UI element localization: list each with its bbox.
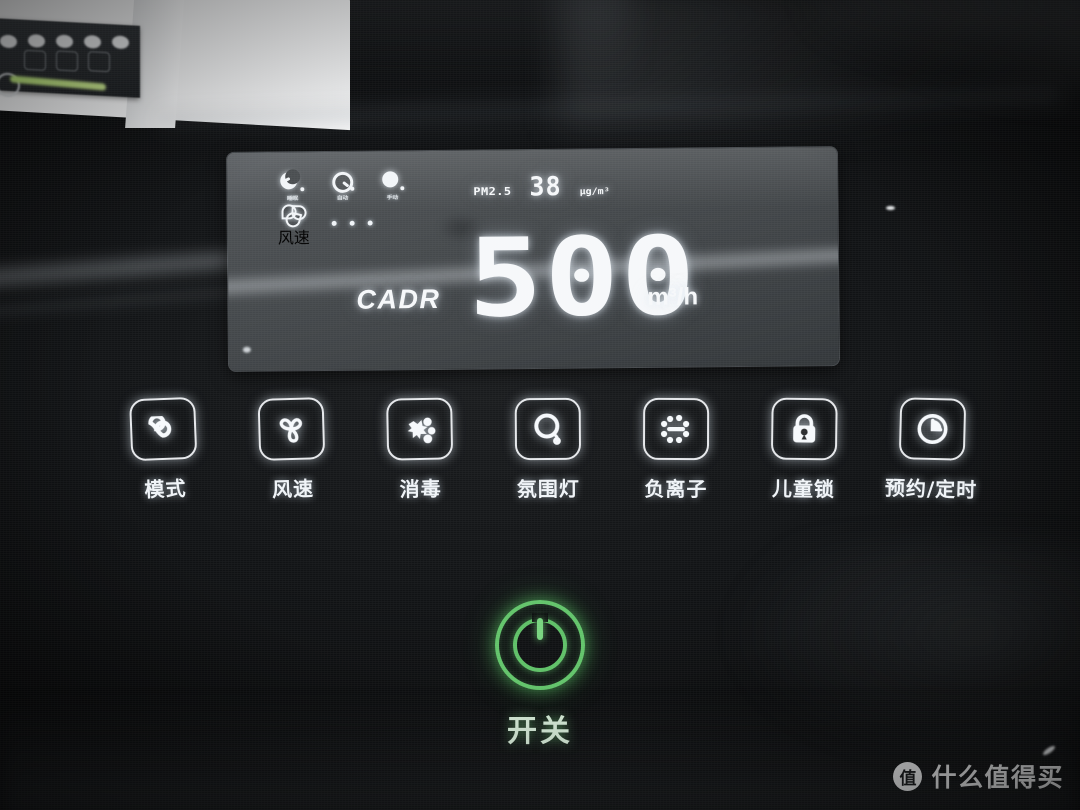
timer-button-box[interactable] — [898, 397, 967, 461]
mode-button-box[interactable] — [129, 396, 198, 462]
lcd-fan-indicator: 风速 — [277, 204, 310, 248]
pm25-value: 38 — [529, 170, 562, 202]
cadr-label: CADR — [356, 283, 441, 315]
top-reflection-right-2 — [820, 0, 1080, 90]
disinfect-button-box[interactable] — [386, 397, 454, 461]
lcd-display: 睡眠 自动 手动 风速 PM2.5 38 µg/m³ CADR 500 m³/h — [226, 147, 840, 371]
ambient-light-button[interactable]: 氛围灯 — [502, 397, 595, 503]
sleep-mode-icon — [279, 172, 305, 192]
power-button-label: 开关 — [507, 714, 573, 749]
auto-mode-label: 自动 — [336, 195, 349, 202]
lcd-fan-speed-dots — [331, 220, 373, 231]
pm25-unit: µg/m³ — [579, 186, 610, 197]
negative-ion-icon — [660, 414, 690, 444]
air-purifier-control-panel: 睡眠 自动 手动 风速 PM2.5 38 µg/m³ CADR 500 m³/h… — [0, 0, 1080, 810]
negative-ion-button-box[interactable] — [642, 397, 710, 461]
reflected-control-panel — [0, 18, 140, 98]
watermark-text: 什么值得买 — [931, 763, 1064, 792]
cadr-value: 500 — [467, 214, 699, 342]
lcd-sleep-mode-indicator: 睡眠 — [279, 172, 305, 202]
ambient-light-button-box[interactable] — [514, 397, 582, 461]
clock-icon — [917, 414, 948, 445]
manual-mode-icon — [379, 171, 405, 191]
child-lock-button-box[interactable] — [770, 397, 838, 461]
timer-button-label: 预约/定时 — [884, 475, 978, 503]
power-icon[interactable] — [495, 600, 585, 690]
manual-mode-label: 手动 — [386, 195, 399, 201]
cadr-unit: m³/h — [647, 283, 699, 311]
lightbulb-ring-icon — [534, 413, 561, 445]
lcd-corner-glint — [242, 346, 251, 353]
mode-button-label: 模式 — [144, 476, 187, 502]
dust-glint-a — [886, 206, 895, 210]
negative-ion-button-label: 负离子 — [644, 476, 708, 502]
lcd-fan-row: 风速 — [277, 204, 373, 249]
germ-icon — [407, 417, 436, 444]
fan-icon — [279, 418, 303, 443]
auto-mode-icon — [329, 171, 355, 193]
watermark: 值 什么值得买 — [893, 758, 1064, 794]
ambient-light-button-label: 氛围灯 — [516, 476, 580, 502]
lcd-manual-mode-indicator: 手动 — [379, 171, 405, 201]
fan-speed-button-label: 风速 — [271, 476, 315, 502]
pm25-label: PM2.5 — [473, 184, 512, 198]
power-button[interactable]: 开关 — [468, 600, 612, 750]
lcd-auto-mode-indicator: 自动 — [329, 171, 355, 202]
child-lock-button-label: 儿童锁 — [771, 476, 836, 502]
child-lock-icon — [793, 414, 816, 443]
disinfect-button[interactable]: 消毒 — [373, 397, 467, 503]
negative-ion-button[interactable]: 负离子 — [630, 397, 722, 502]
lcd-status-icons: 睡眠 自动 手动 — [279, 171, 405, 202]
child-lock-button[interactable]: 儿童锁 — [757, 397, 850, 502]
infinity-icon — [148, 415, 172, 438]
fan-speed-label: 风速 — [277, 230, 310, 248]
watermark-logo-icon: 值 — [893, 761, 923, 791]
sleep-mode-label: 睡眠 — [286, 196, 299, 202]
function-button-row: 模式 风速 消毒 氛围灯 负离子 儿童锁 预约/定时 — [116, 396, 980, 504]
fan-speed-button[interactable]: 风速 — [245, 397, 340, 504]
fan-speed-button-box[interactable] — [257, 397, 326, 461]
mode-button[interactable]: 模式 — [116, 396, 212, 503]
lcd-pm25-readout: PM2.5 38 µg/m³ — [473, 170, 610, 202]
fan-icon — [281, 204, 307, 229]
disinfect-button-label: 消毒 — [399, 476, 442, 502]
timer-button[interactable]: 预约/定时 — [885, 397, 980, 503]
